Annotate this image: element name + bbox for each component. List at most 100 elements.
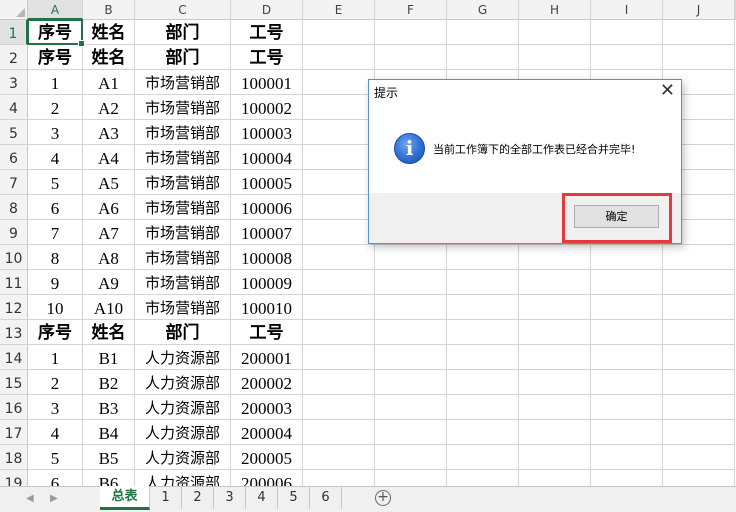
cell[interactable] [663,445,735,470]
cell[interactable]: 人力资源部 [135,370,231,395]
column-header-h[interactable]: H [519,0,591,20]
sheet-tab[interactable]: 总表 [100,486,150,510]
row-header[interactable]: 4 [0,95,28,120]
sheet-tab[interactable]: 5 [278,487,310,509]
row-header[interactable]: 9 [0,220,28,245]
cell[interactable]: 7 [28,220,83,245]
column-header-c[interactable]: C [135,0,231,20]
cell[interactable]: 5 [28,445,83,470]
cell[interactable] [447,370,519,395]
cell[interactable] [303,420,375,445]
cell[interactable]: 200003 [231,395,303,420]
cell[interactable] [303,245,375,270]
cell[interactable] [663,295,735,320]
row-header[interactable]: 16 [0,395,28,420]
next-sheet-button[interactable]: ▶ [50,493,58,504]
cell[interactable]: 10 [28,295,83,320]
sheet-tab[interactable]: 3 [214,487,246,509]
cell[interactable] [375,370,447,395]
cell[interactable] [663,45,735,70]
cell[interactable]: A3 [83,120,135,145]
row-header[interactable]: 3 [0,70,28,95]
cell[interactable]: 200004 [231,420,303,445]
cell[interactable] [303,95,375,120]
sheet-tab[interactable]: 2 [182,487,214,509]
cell[interactable]: 100009 [231,270,303,295]
row-header[interactable]: 11 [0,270,28,295]
cell[interactable] [591,295,663,320]
cell[interactable]: 9 [28,270,83,295]
column-header-f[interactable]: F [375,0,447,20]
sheet-tab[interactable]: 1 [150,487,182,509]
cell[interactable]: 8 [28,245,83,270]
cell[interactable] [591,245,663,270]
row-header[interactable]: 10 [0,245,28,270]
cell[interactable]: 市场营销部 [135,220,231,245]
cell[interactable] [663,245,735,270]
column-header-e[interactable]: E [303,0,375,20]
cell[interactable]: 序号 [28,20,83,45]
cell[interactable] [303,270,375,295]
cell[interactable]: B5 [83,445,135,470]
cell[interactable]: 工号 [231,320,303,345]
cell[interactable] [375,470,447,486]
row-header[interactable]: 12 [0,295,28,320]
column-header-d[interactable]: D [231,0,303,20]
cell[interactable]: 序号 [28,45,83,70]
cell[interactable] [375,320,447,345]
cell[interactable]: 2 [28,95,83,120]
cell[interactable] [303,445,375,470]
cell[interactable] [447,320,519,345]
cell[interactable] [519,320,591,345]
cell[interactable]: A10 [83,295,135,320]
cell[interactable] [447,395,519,420]
cell[interactable]: 部门 [135,45,231,70]
cell[interactable] [303,320,375,345]
cell[interactable] [519,20,591,45]
cell[interactable] [303,145,375,170]
row-header[interactable]: 1 [0,20,28,45]
cell[interactable]: A6 [83,195,135,220]
cell[interactable] [303,45,375,70]
row-header[interactable]: 13 [0,320,28,345]
cell[interactable] [447,470,519,486]
row-header[interactable]: 5 [0,120,28,145]
cell[interactable] [303,170,375,195]
cell[interactable]: 市场营销部 [135,270,231,295]
cell[interactable] [375,20,447,45]
cell[interactable]: 人力资源部 [135,395,231,420]
column-header-g[interactable]: G [447,0,519,20]
cell[interactable] [303,220,375,245]
row-header[interactable]: 2 [0,45,28,70]
cell[interactable] [303,20,375,45]
cell[interactable]: 100006 [231,195,303,220]
cell[interactable] [447,270,519,295]
cell[interactable]: 200002 [231,370,303,395]
cell[interactable] [303,70,375,95]
row-header[interactable]: 19 [0,470,28,486]
cell[interactable]: 序号 [28,320,83,345]
cell[interactable]: 工号 [231,45,303,70]
column-header-a[interactable]: A [28,0,83,20]
cell[interactable] [591,420,663,445]
cell[interactable]: 6 [28,470,83,486]
cell[interactable] [519,295,591,320]
cell[interactable]: 200006 [231,470,303,486]
cell[interactable] [663,370,735,395]
cell[interactable]: A9 [83,270,135,295]
row-header[interactable]: 18 [0,445,28,470]
row-header[interactable]: 17 [0,420,28,445]
cell[interactable]: 姓名 [83,20,135,45]
cell[interactable]: 100003 [231,120,303,145]
cell[interactable]: 3 [28,395,83,420]
cell[interactable] [375,445,447,470]
cell[interactable] [447,20,519,45]
cell[interactable] [591,370,663,395]
cell[interactable]: 市场营销部 [135,70,231,95]
cell[interactable]: 1 [28,70,83,95]
cell[interactable] [663,420,735,445]
cell[interactable]: 市场营销部 [135,145,231,170]
cell[interactable] [519,270,591,295]
cell[interactable]: 200005 [231,445,303,470]
cell[interactable] [591,20,663,45]
